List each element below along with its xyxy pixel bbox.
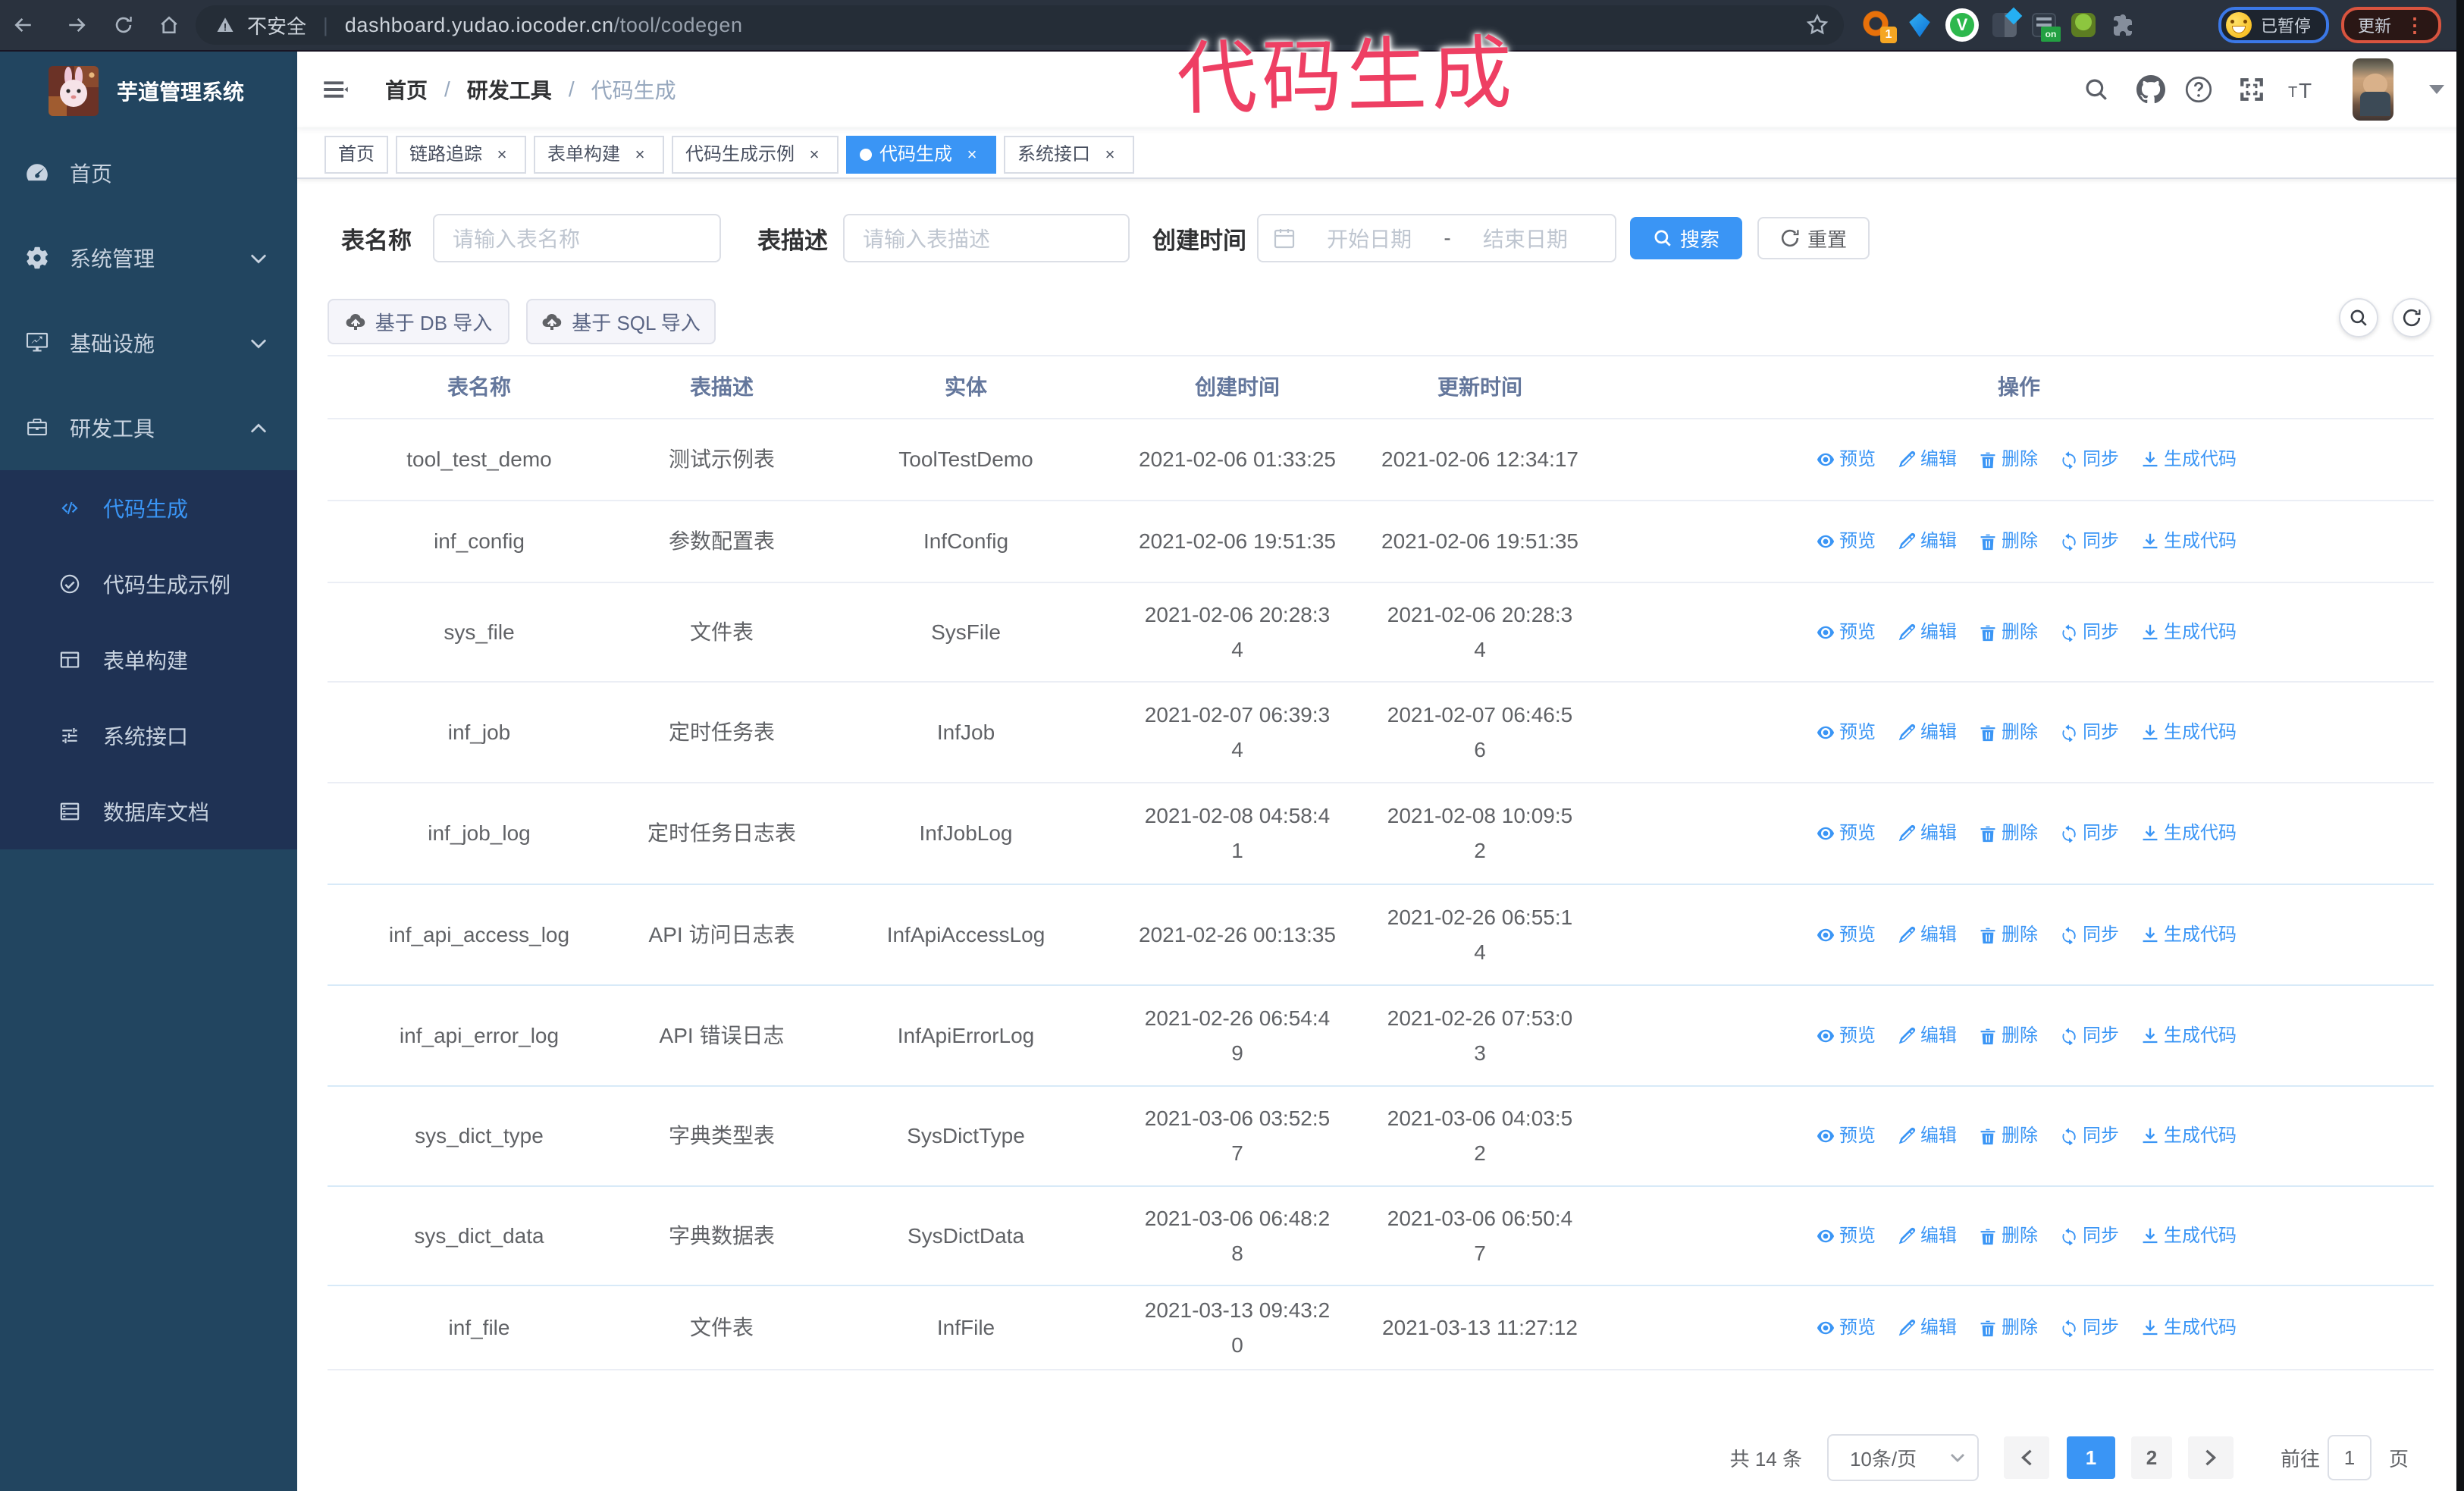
svg-text:T: T [2299, 79, 2312, 102]
svg-text:T: T [2288, 84, 2297, 101]
svg-text:!: ! [224, 22, 227, 33]
